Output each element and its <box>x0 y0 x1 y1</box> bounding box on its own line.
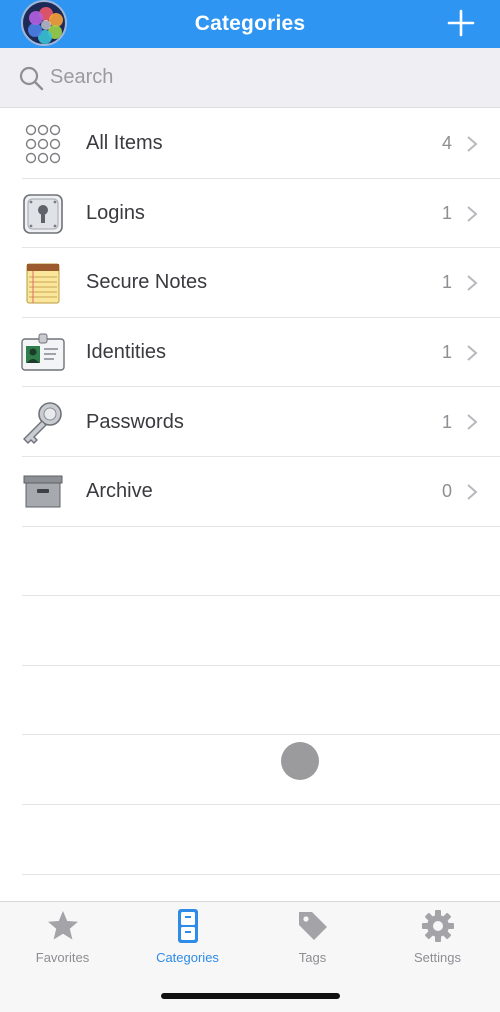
category-label: Logins <box>86 201 145 224</box>
category-count: 0 <box>441 481 452 502</box>
empty-list-row <box>0 666 500 736</box>
id-card-icon <box>21 333 65 371</box>
empty-list-row <box>0 735 500 805</box>
gear-icon <box>421 910 454 942</box>
navigation-bar: Categories <box>0 0 500 48</box>
category-label: Passwords <box>86 410 184 433</box>
category-count: 4 <box>441 133 452 154</box>
empty-list-row <box>0 596 500 666</box>
page-title: Categories <box>194 12 306 35</box>
tab-settings[interactable]: Settings <box>375 908 500 972</box>
category-count: 1 <box>441 272 452 293</box>
tab-favorites[interactable]: Favorites <box>0 908 125 972</box>
category-row-all-items[interactable]: All Items 4 <box>0 109 500 179</box>
archive-box-icon <box>23 475 63 508</box>
category-label: All Items <box>86 132 163 155</box>
plus-icon <box>447 9 475 37</box>
search-bar[interactable]: Search <box>0 48 500 108</box>
notepad-icon <box>26 263 60 304</box>
add-button[interactable] <box>444 6 478 40</box>
star-icon <box>47 911 78 940</box>
login-icon <box>23 193 63 234</box>
tab-tags[interactable]: Tags <box>250 908 375 972</box>
category-count: 1 <box>441 411 452 432</box>
category-row-passwords[interactable]: Passwords 1 <box>0 387 500 457</box>
chevron-right-icon <box>467 275 478 291</box>
category-count: 1 <box>441 202 452 223</box>
chevron-right-icon <box>467 345 478 361</box>
category-count: 1 <box>441 342 452 363</box>
category-label: Secure Notes <box>86 271 208 294</box>
tab-label: Tags <box>298 950 327 965</box>
tab-categories[interactable]: Categories <box>125 908 250 972</box>
key-icon <box>23 402 62 445</box>
file-cabinet-icon <box>177 909 198 943</box>
tab-label: Favorites <box>35 950 90 965</box>
tab-label: Categories <box>156 950 219 965</box>
category-label: Identities <box>86 341 167 364</box>
empty-list-row <box>0 527 500 597</box>
search-input[interactable]: Search <box>50 66 113 89</box>
touch-indicator <box>281 742 319 780</box>
search-icon <box>19 66 44 90</box>
all-items-icon <box>25 124 61 164</box>
category-row-secure-notes[interactable]: Secure Notes 1 <box>0 248 500 318</box>
category-row-logins[interactable]: Logins 1 <box>0 179 500 249</box>
chevron-right-icon <box>467 414 478 431</box>
category-label: Archive <box>86 480 153 503</box>
home-indicator[interactable] <box>161 993 340 999</box>
empty-list-row <box>0 805 500 875</box>
category-list: All Items 4 Logins 1 Secure Notes 1 Iden… <box>0 109 500 875</box>
tag-icon <box>298 912 327 940</box>
tab-label: Settings <box>414 950 461 965</box>
chevron-right-icon <box>467 136 478 152</box>
chevron-right-icon <box>467 205 478 222</box>
category-row-archive[interactable]: Archive 0 <box>0 457 500 527</box>
app-logo-icon[interactable] <box>21 0 67 46</box>
category-row-identities[interactable]: Identities 1 <box>0 318 500 388</box>
chevron-right-icon <box>467 484 478 500</box>
